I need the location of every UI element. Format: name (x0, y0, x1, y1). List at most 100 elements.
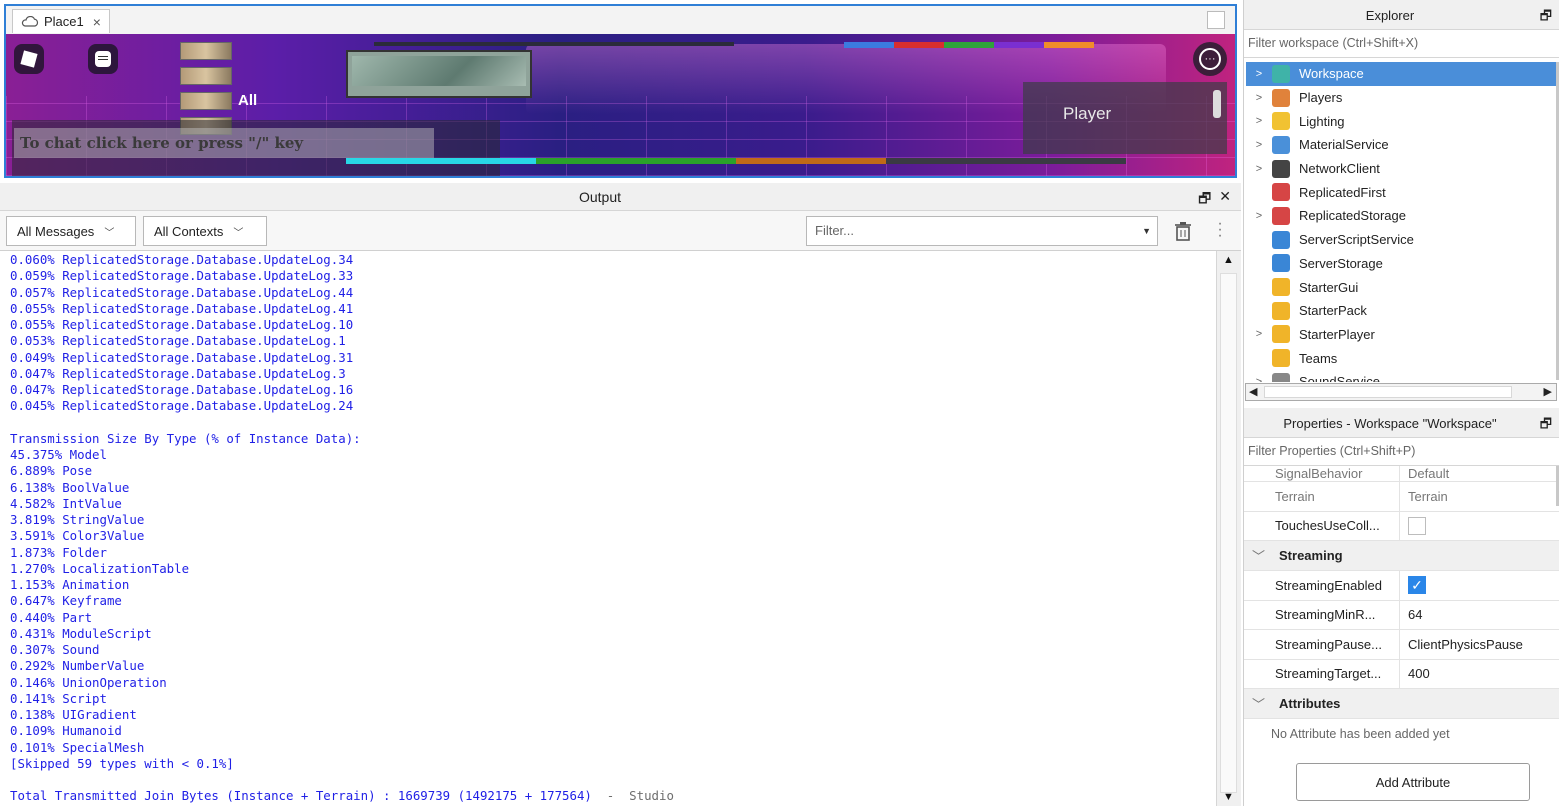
chat-channel-tab[interactable]: All (238, 92, 257, 109)
starter-pack-icon (1272, 301, 1290, 320)
thumbnail[interactable] (180, 42, 232, 60)
more-options-button[interactable]: ··· (1193, 42, 1227, 76)
property-value[interactable]: Default (1400, 466, 1449, 481)
scrollbar-thumb[interactable] (1264, 386, 1512, 398)
property-row[interactable]: TouchesUseColl... (1244, 511, 1559, 541)
output-filter-input[interactable]: Filter... ▼ (806, 216, 1158, 246)
chevron-down-icon: ﹀ (1252, 549, 1266, 564)
close-panel-icon[interactable]: ✕ (1219, 188, 1231, 212)
contexts-filter-dropdown[interactable]: All Contexts ﹀ (143, 216, 267, 246)
chevron-right-icon[interactable]: > (1246, 376, 1272, 382)
output-title: Output (578, 189, 622, 205)
add-attribute-button[interactable]: Add Attribute (1296, 763, 1530, 801)
thumbnail[interactable] (180, 67, 232, 85)
document-tab-bar: Place1 × (4, 4, 1237, 34)
dock-layout-icon[interactable] (1207, 11, 1225, 29)
explorer-item-label: NetworkClient (1299, 161, 1380, 177)
starter-player-icon (1272, 325, 1290, 344)
property-value[interactable]: ClientPhysicsPause (1400, 637, 1523, 652)
properties-filter-input[interactable]: Filter Properties (Ctrl+Shift+P) (1244, 438, 1559, 466)
network-client-icon (1272, 159, 1290, 178)
section-streaming[interactable]: ﹀ Streaming (1244, 541, 1559, 571)
explorer-horizontal-scrollbar[interactable]: ◀ ▶ (1245, 383, 1557, 401)
scroll-right-icon[interactable]: ▶ (1544, 385, 1552, 398)
explorer-item-label: Workspace (1299, 66, 1364, 82)
studio-window: Place1 × All To chat click here or press… (0, 0, 1559, 806)
explorer-item-materialservice[interactable]: > MaterialService (1246, 133, 1558, 157)
chat-toggle-button[interactable] (88, 44, 118, 74)
explorer-item-workspace[interactable]: > Workspace (1246, 62, 1558, 86)
chevron-right-icon[interactable]: > (1246, 210, 1272, 222)
explorer-item-label: Lighting (1299, 113, 1345, 129)
caret-down-icon[interactable]: ▼ (1142, 226, 1151, 236)
explorer-filter-input[interactable]: Filter workspace (Ctrl+Shift+X) (1244, 30, 1559, 58)
game-viewport[interactable]: All To chat click here or press "/" key … (4, 34, 1237, 178)
property-row[interactable]: StreamingMinR... 64 (1244, 600, 1559, 630)
thumbnail[interactable] (180, 92, 232, 110)
chevron-right-icon[interactable]: > (1246, 115, 1272, 127)
status-color-bars (844, 42, 1094, 48)
explorer-item-starterpack[interactable]: StarterPack (1246, 299, 1558, 323)
log-line: 3.819% StringValue (10, 512, 145, 527)
chat-input[interactable]: To chat click here or press "/" key (14, 128, 434, 158)
section-attributes[interactable]: ﹀ Attributes (1244, 689, 1559, 719)
chevron-right-icon[interactable]: > (1246, 139, 1272, 151)
player-list-scrollbar[interactable] (1213, 90, 1221, 118)
scrollbar-thumb[interactable] (1220, 273, 1237, 793)
explorer-item-label: MaterialService (1299, 137, 1389, 153)
trash-icon[interactable] (1174, 221, 1192, 241)
close-tab-icon[interactable]: × (93, 14, 101, 30)
roblox-logo-icon (20, 50, 38, 68)
chevron-right-icon[interactable]: > (1246, 68, 1272, 80)
contexts-filter-value: All Contexts (154, 223, 224, 239)
explorer-item-teams[interactable]: Teams (1246, 346, 1558, 370)
explorer-item-lighting[interactable]: > Lighting (1246, 109, 1558, 133)
property-row[interactable]: StreamingTarget... 400 (1244, 659, 1559, 689)
roblox-menu-button[interactable] (14, 44, 44, 74)
property-value[interactable]: 64 (1400, 607, 1422, 622)
editor-area: Place1 × All To chat click here or press… (0, 0, 1241, 806)
chevron-down-icon: ﹀ (1252, 697, 1266, 712)
log-line: 1.873% Folder (10, 544, 107, 560)
more-vertical-icon[interactable]: · · · (1214, 216, 1226, 244)
explorer-item-networkclient[interactable]: > NetworkClient (1246, 157, 1558, 181)
property-row[interactable]: StreamingEnabled ✓ (1244, 571, 1559, 601)
output-vertical-scrollbar[interactable]: ▲ ▼ (1216, 251, 1241, 806)
messages-filter-value: All Messages (17, 223, 95, 239)
explorer-item-serverscriptservice[interactable]: ServerScriptService (1246, 228, 1558, 252)
chevron-right-icon[interactable]: > (1246, 328, 1272, 340)
log-line: 0.055% ReplicatedStorage.Database.Update… (10, 317, 354, 332)
player-list-panel[interactable]: Player (1023, 82, 1227, 154)
property-value[interactable]: 400 (1400, 666, 1430, 681)
scroll-down-icon[interactable]: ▼ (1223, 791, 1234, 803)
explorer-item-label: StarterPack (1299, 303, 1367, 319)
property-checkbox[interactable] (1408, 516, 1426, 535)
float-window-icon[interactable]: 🗗 (1540, 7, 1552, 29)
explorer-item-soundservice[interactable]: > SoundService (1246, 370, 1558, 382)
property-row[interactable]: SignalBehavior Default (1244, 466, 1559, 482)
explorer-item-replicatedfirst[interactable]: ReplicatedFirst (1246, 180, 1558, 204)
log-line: 0.440% Part (10, 609, 93, 625)
property-row[interactable]: Terrain Terrain (1244, 482, 1559, 512)
explorer-item-players[interactable]: > Players (1246, 86, 1558, 110)
float-window-icon[interactable]: 🗗 (1540, 415, 1552, 437)
log-line: 0.057% ReplicatedStorage.Database.Update… (10, 284, 354, 300)
float-window-icon[interactable]: 🗗 (1198, 188, 1211, 212)
document-tab-place1[interactable]: Place1 × (12, 9, 110, 33)
explorer-item-starterplayer[interactable]: > StarterPlayer (1246, 323, 1558, 347)
property-row[interactable]: StreamingPause... ClientPhysicsPause (1244, 630, 1559, 660)
explorer-item-label: StarterGui (1299, 279, 1359, 295)
explorer-item-serverstorage[interactable]: ServerStorage (1246, 252, 1558, 276)
explorer-item-label: Players (1299, 90, 1343, 106)
property-checkbox[interactable]: ✓ (1408, 576, 1426, 595)
property-value[interactable]: Terrain (1400, 489, 1448, 504)
scroll-up-icon[interactable]: ▲ (1223, 254, 1234, 266)
messages-filter-dropdown[interactable]: All Messages ﹀ (6, 216, 136, 246)
chevron-right-icon[interactable]: > (1246, 92, 1272, 104)
explorer-item-startergui[interactable]: StarterGui (1246, 275, 1558, 299)
scroll-left-icon[interactable]: ◀ (1249, 385, 1257, 398)
chevron-right-icon[interactable]: > (1246, 163, 1272, 175)
explorer-item-replicatedstorage[interactable]: > ReplicatedStorage (1246, 204, 1558, 228)
property-name: StreamingMinR... (1244, 600, 1400, 629)
